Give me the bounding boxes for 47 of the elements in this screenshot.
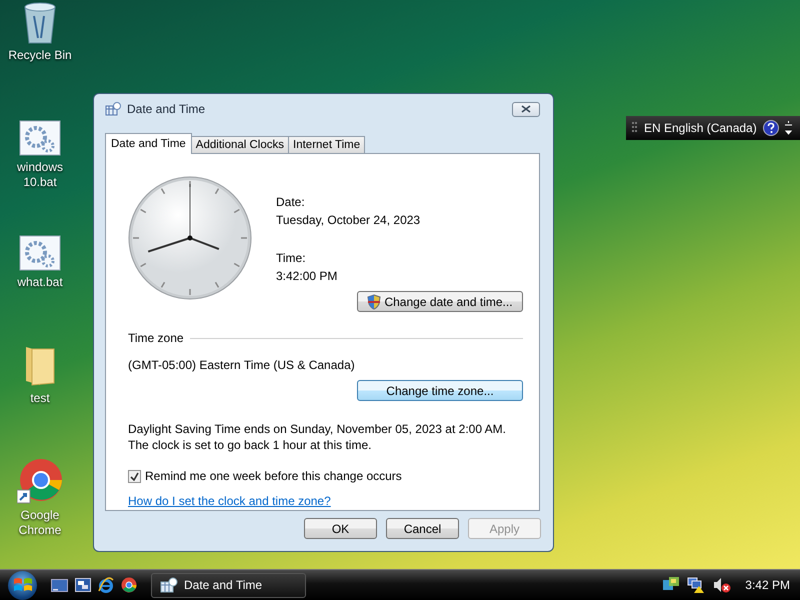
taskbar-window-button[interactable]: Date and Time xyxy=(151,572,306,598)
checkbox[interactable] xyxy=(128,470,141,482)
window-title: Date and Time xyxy=(127,102,206,116)
icon-label: Google Chrome xyxy=(18,508,62,538)
gears-file-icon[interactable] xyxy=(19,235,61,271)
checkbox-label[interactable]: Remind me one week before this change occurs xyxy=(145,469,402,483)
time-zone-value: (GMT-05:00) Eastern Time (US & Canada) xyxy=(128,358,356,372)
icon-label: Recycle Bin xyxy=(8,48,72,63)
browser-logo-icon[interactable] xyxy=(121,577,137,593)
tab[interactable]: Internet Time xyxy=(288,136,366,153)
tab[interactable]: Date and Time xyxy=(105,133,192,154)
gears-file-icon[interactable] xyxy=(19,120,61,156)
time-value: 3:42:00 PM xyxy=(276,268,338,285)
shield-icon xyxy=(367,294,382,310)
icon-label: windows 10.bat xyxy=(16,160,64,190)
calendar-clock-icon xyxy=(160,577,178,593)
network-warning-icon[interactable] xyxy=(687,577,706,593)
time-label: Time: xyxy=(276,250,307,267)
tab[interactable]: Additional Clocks xyxy=(190,136,290,153)
help-link[interactable]: How do I set the clock and time zone? xyxy=(128,494,331,508)
close-button[interactable] xyxy=(512,102,540,116)
dialog-button[interactable]: Cancel xyxy=(386,518,459,539)
windows-switch-icon[interactable] xyxy=(75,578,91,592)
grip-icon xyxy=(632,121,638,135)
section-heading: Time zone xyxy=(128,331,184,345)
taskbar-clock[interactable]: 3:42 PM xyxy=(745,578,790,592)
desktop-icon[interactable] xyxy=(51,578,68,592)
icon-label: what.bat xyxy=(17,275,63,290)
options-arrows-icon[interactable] xyxy=(784,121,792,135)
internet-explorer-icon[interactable] xyxy=(98,577,114,593)
start-button[interactable] xyxy=(8,570,37,600)
language-indicator[interactable]: EN English (Canada) xyxy=(644,121,757,135)
recycle-bin-icon[interactable] xyxy=(22,2,58,44)
check-icon xyxy=(130,472,139,480)
dst-note: Daylight Saving Time ends on Sunday, November 05, 2023 at 2:00 AM. The clock is set to go back 1 hour at this time. xyxy=(128,421,507,453)
date-value: Tuesday, October 24, 2023 xyxy=(276,212,422,229)
calendar-clock-icon xyxy=(105,102,121,116)
close-icon xyxy=(521,105,531,113)
date-label: Date: xyxy=(276,194,306,211)
speaker-muted-icon[interactable] xyxy=(713,577,732,593)
change-time-zone-button[interactable]: Change time zone... xyxy=(357,380,523,401)
icon-label: test xyxy=(30,391,50,406)
change-date-time-button[interactable]: Change date and time... xyxy=(357,291,523,312)
windows-logo-icon xyxy=(12,576,32,594)
help-icon[interactable] xyxy=(762,120,779,136)
dialog-button[interactable]: OK xyxy=(304,518,377,539)
network-center-icon[interactable] xyxy=(663,577,680,593)
